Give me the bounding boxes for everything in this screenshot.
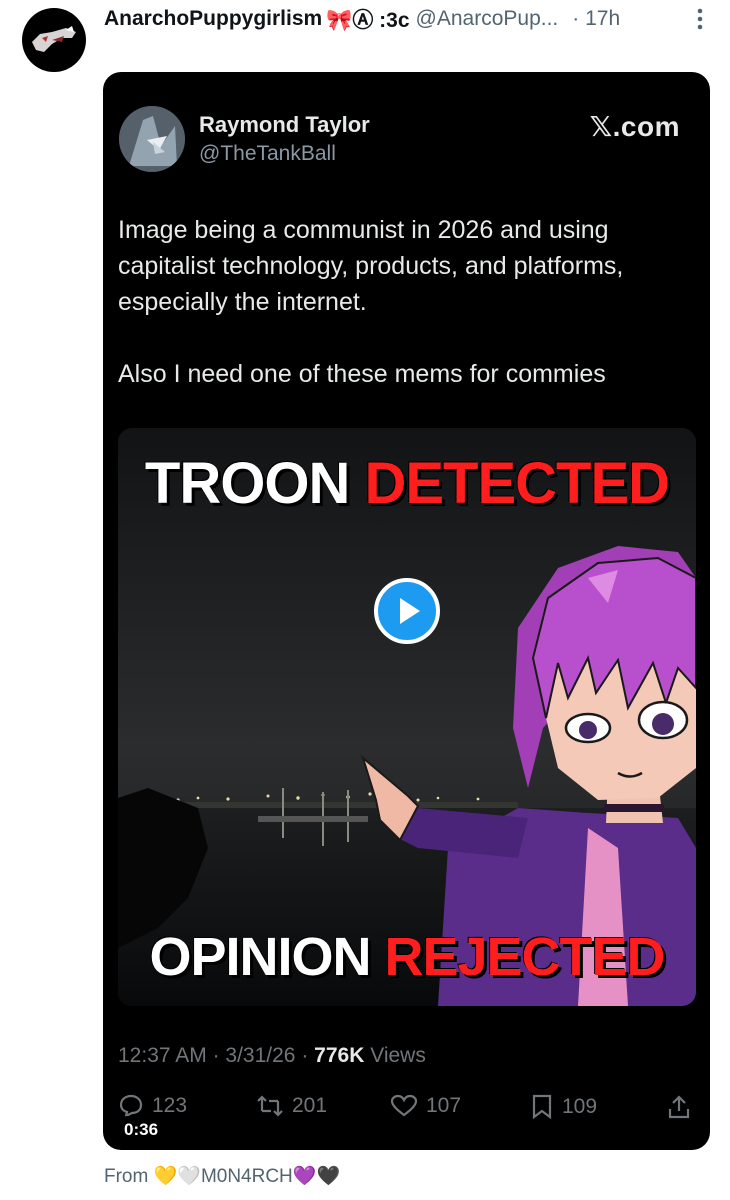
author-handle[interactable]: @AnarcoPup... [416,7,559,31]
embedded-author-handle: @TheTankBall [199,142,336,165]
share-action[interactable] [666,1094,700,1120]
meme-video-frame[interactable]: TROON DETECTED OPINION REJECTED [118,428,696,1006]
repost-count: 201 [292,1094,328,1117]
meme-bottom-white-word: OPINION [149,927,371,987]
video-duration-badge: 0:36 [115,1116,168,1144]
bookmark-action[interactable]: 109 [530,1094,597,1120]
like-action[interactable]: 107 [390,1094,461,1118]
bookmark-icon [532,1094,552,1120]
reply-action[interactable]: 123 [118,1094,187,1118]
attribution-name[interactable]: M0N4RCH [201,1166,293,1187]
meme-caption-bottom: OPINION REJECTED [118,926,696,988]
meme-caption-top: TROON DETECTED [118,450,696,517]
repost-action[interactable]: 201 [256,1094,327,1118]
meme-bottom-red-word: REJECTED [384,927,665,987]
attribution-line: From 💛🤍M0N4RCH💜🖤 [104,1164,340,1188]
meme-top-red-word: DETECTED [364,451,670,516]
attribution-emoji-a: 💛🤍 [153,1166,201,1187]
views-label: Views [370,1044,426,1067]
views-count: 776K [314,1044,365,1067]
embedded-tweet-text: Image being a communist in 2026 and usin… [118,216,624,388]
more-options-icon[interactable] [690,6,710,32]
embedded-author-avatar [119,106,185,172]
meme-top-white-word: TROON [144,451,350,516]
play-button[interactable] [374,578,440,644]
post-timestamp[interactable]: · 17h [572,7,620,31]
play-icon [400,598,420,624]
attribution-prefix: From [104,1166,149,1187]
video-card[interactable]: Raymond Taylor @TheTankBall 𝕏.com Image … [103,72,710,1150]
heart-icon [390,1094,418,1117]
embedded-date: 3/31/26 [225,1044,296,1067]
attribution-emoji-b: 💜🖤 [292,1166,341,1187]
author-name-badges: 🎀Ⓐ :3c [326,9,410,32]
repost-icon [257,1095,283,1117]
like-count: 107 [426,1094,462,1117]
embedded-time: 12:37 AM [118,1044,207,1067]
x-brand-logo: 𝕏.com [589,111,680,142]
share-icon [668,1095,690,1119]
reply-icon [119,1094,143,1118]
bookmark-count: 109 [562,1095,598,1118]
author-display-name[interactable]: AnarchoPuppygirlism [104,7,322,31]
embedded-action-bar: 123 201 107 109 [118,1094,698,1128]
embedded-meta-line: 12:37 AM · 3/31/26 · 776K Views [118,1044,426,1067]
author-avatar[interactable] [22,8,86,72]
post-header: AnarchoPuppygirlism 🎀Ⓐ :3c @AnarcoPup...… [104,4,710,34]
reply-count: 123 [152,1094,188,1117]
embedded-author-name: Raymond Taylor [199,112,370,137]
